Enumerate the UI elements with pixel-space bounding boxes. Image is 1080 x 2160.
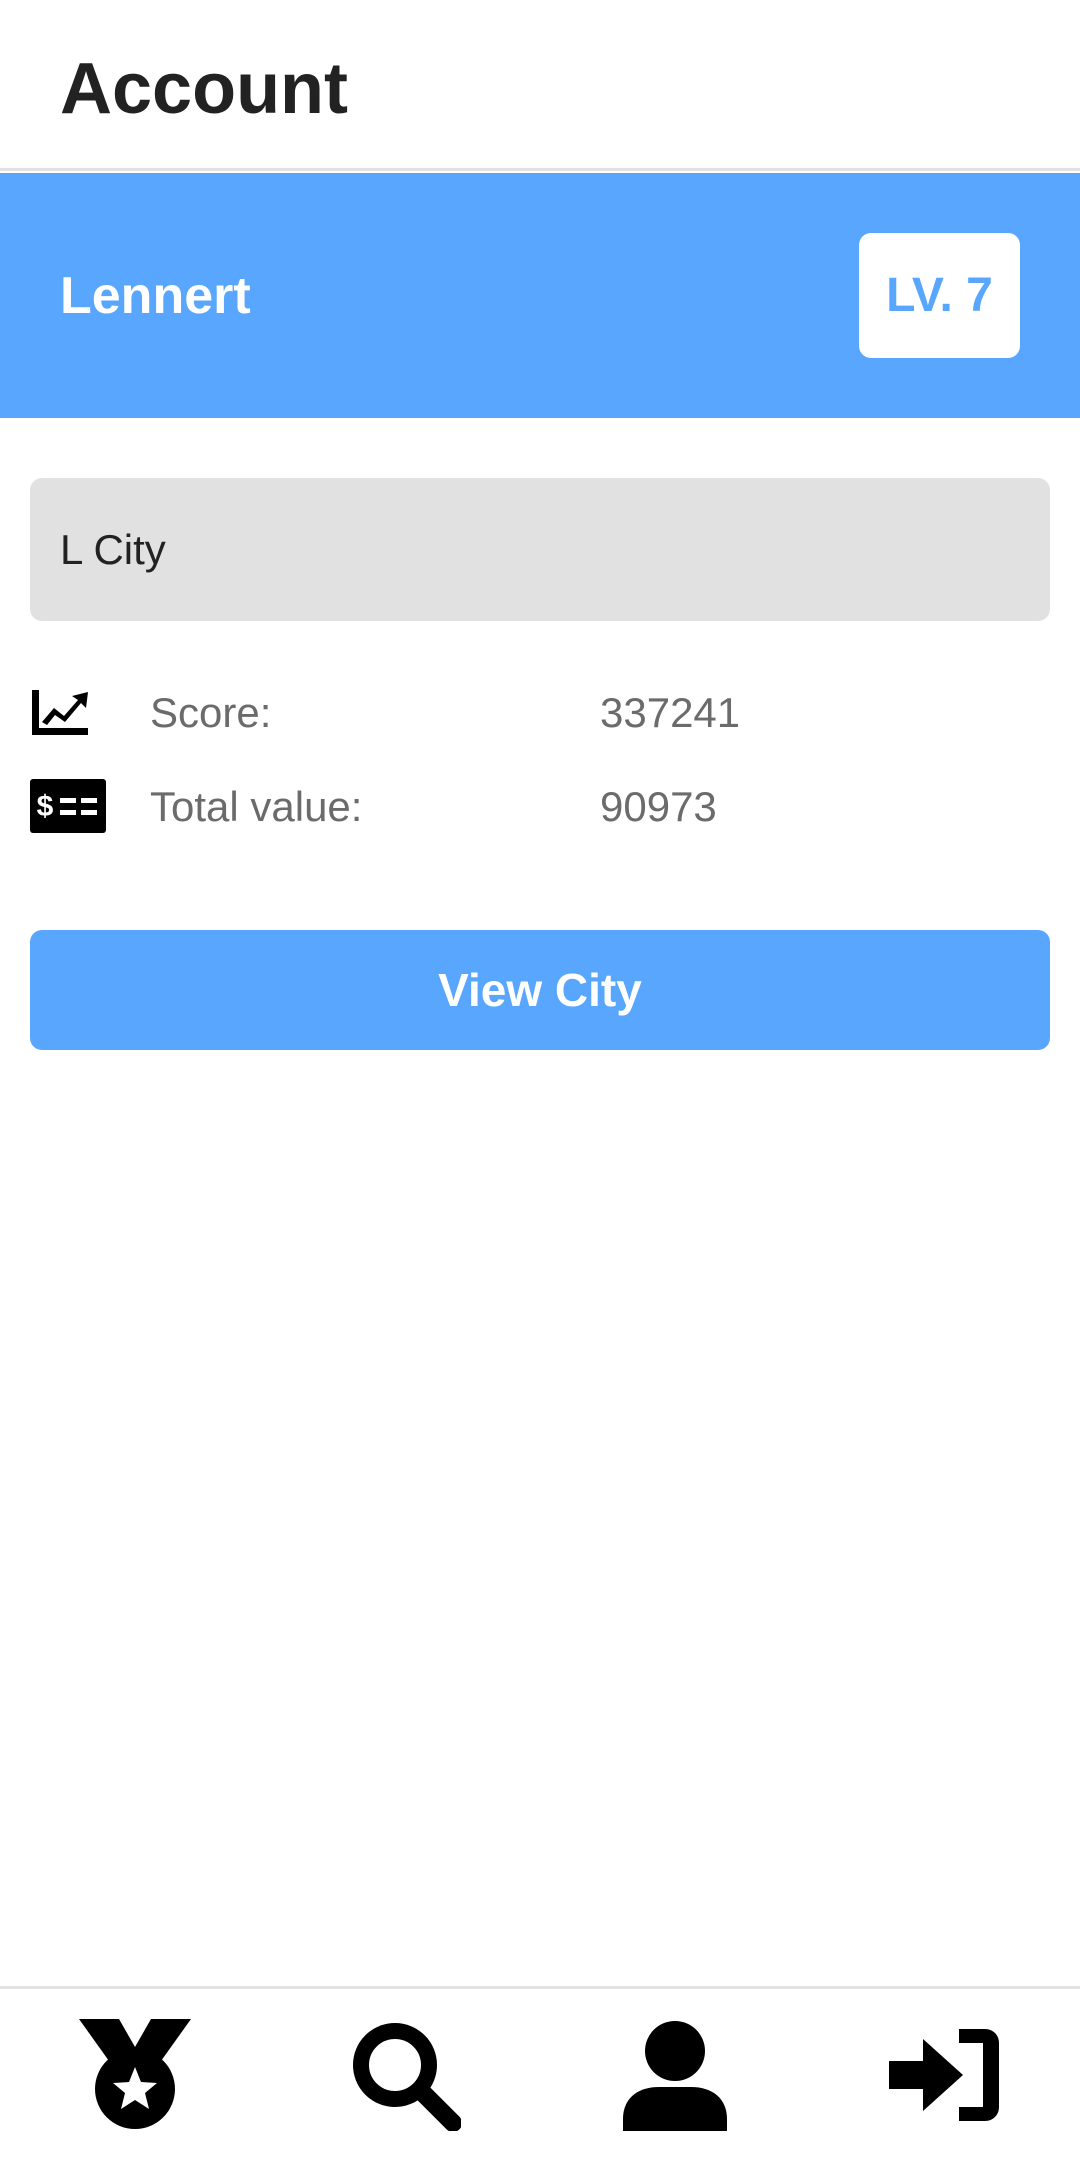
nav-item-search[interactable] (270, 1989, 540, 2160)
nav-item-achievements[interactable] (0, 1989, 270, 2160)
stat-value: 337241 (600, 689, 741, 736)
page-title: Account (60, 49, 348, 129)
stat-value: 90973 (600, 783, 717, 830)
sign-in-icon (889, 2028, 999, 2121)
city-name-field: L City (30, 478, 1050, 621)
stat-label: Total value: (150, 783, 363, 830)
level-badge: LV. 7 (859, 233, 1020, 358)
user-banner: Lennert LV. 7 (0, 173, 1080, 418)
nav-item-sign-in[interactable] (810, 1989, 1080, 2160)
medal-icon (79, 2018, 191, 2129)
svg-text:$: $ (37, 790, 54, 823)
view-city-button[interactable]: View City (30, 930, 1050, 1050)
nav-item-account[interactable] (540, 1989, 810, 2160)
money-check-icon: $ (30, 776, 106, 836)
account-screen: Account Lennert LV. 7 L City Score: 3372… (0, 0, 1080, 2160)
stat-label: Score: (150, 689, 272, 736)
search-icon (353, 2022, 461, 2131)
stat-row-total-value: $ Total value: 90973 (30, 776, 1050, 836)
bottom-nav (0, 1986, 1080, 2160)
app-header: Account (0, 0, 1080, 171)
username: Lennert (60, 267, 251, 325)
chart-line-icon (30, 682, 106, 742)
stat-row-score: Score: 337241 (30, 682, 1050, 742)
user-icon (623, 2020, 727, 2131)
